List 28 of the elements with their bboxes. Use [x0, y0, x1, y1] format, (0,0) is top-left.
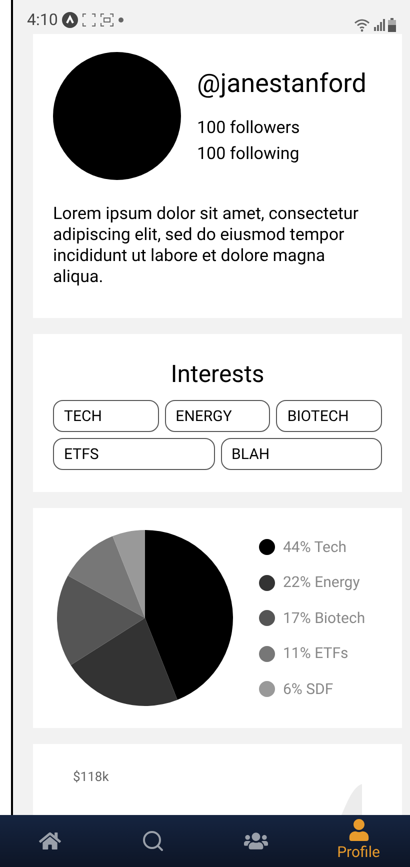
home-icon	[38, 830, 60, 852]
status-time: 4:10	[27, 9, 58, 31]
search-icon	[140, 829, 164, 853]
interest-chip[interactable]: BLAH	[220, 438, 382, 470]
interests-title: Interests	[170, 359, 264, 390]
legend-label: 11% ETFs	[283, 643, 348, 664]
dot-icon	[118, 17, 124, 23]
axis-label: $118k	[73, 769, 109, 787]
app-icon	[62, 12, 78, 28]
following-count: 100 following	[197, 142, 300, 166]
wifi-icon	[354, 18, 370, 32]
username: @janestanford	[197, 68, 366, 101]
screen-record-icon	[100, 13, 114, 27]
interest-chip[interactable]: BIOTECH	[276, 400, 382, 432]
interest-chip[interactable]: ETFS	[53, 438, 214, 470]
interest-chip[interactable]: ENERGY	[164, 400, 270, 432]
interest-chip[interactable]: TECH	[53, 400, 159, 432]
nav-tab[interactable]: Profile	[324, 815, 394, 867]
legend-label: 44% Tech	[283, 536, 347, 558]
bio-text: Lorem ipsum dolor sit amet, consectetur adipiscing elit, sed do eiusmod tempor incididunt ut labore et dolore magna aliqua.	[53, 204, 360, 288]
legend-label: 6% SDF	[283, 678, 334, 700]
legend-label: 17% Biotech	[283, 608, 366, 629]
battery-icon	[388, 18, 396, 32]
signal-icon	[373, 19, 385, 31]
screenshot-icon	[82, 13, 96, 27]
legend-label: 22% Energy	[283, 572, 360, 594]
person-icon	[348, 818, 370, 841]
followers-count: 100 followers	[197, 117, 301, 140]
